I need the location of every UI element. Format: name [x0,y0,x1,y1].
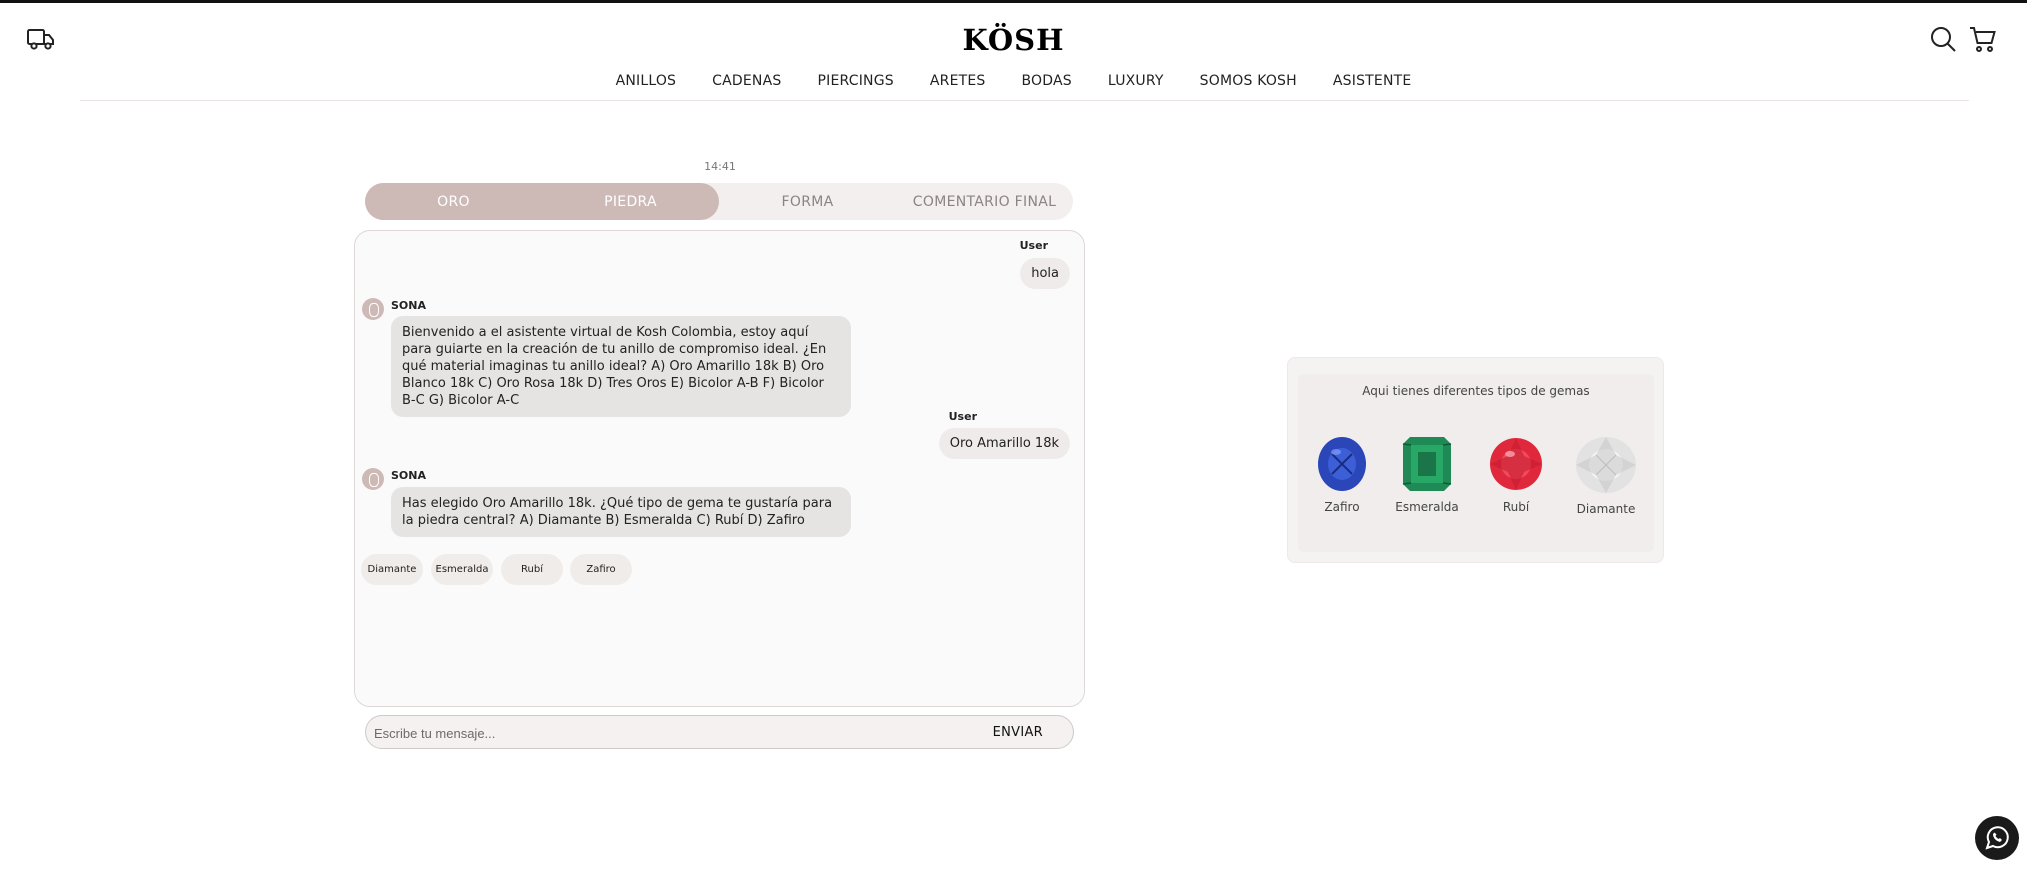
nav-aretes[interactable]: ARETES [930,73,986,89]
brand-logo[interactable]: KÖSH [0,23,2027,57]
gem-esmeralda[interactable]: Esmeralda [1387,436,1467,514]
bot-avatar [362,298,384,320]
gem-label: Esmeralda [1395,500,1459,514]
message-composer: ENVIAR [365,715,1074,749]
diamond-gem-icon [1576,437,1636,493]
quick-reply-zafiro[interactable]: Zafiro [570,554,632,585]
message-sender: SONA [391,299,426,312]
nav-somos-kosh[interactable]: SOMOS KOSH [1200,73,1297,89]
gem-label: Rubí [1502,500,1530,514]
step-forma[interactable]: FORMA [719,183,896,220]
cart-icon[interactable] [1969,25,1997,53]
message-sender: User [1019,239,1048,252]
gem-rubi[interactable]: Rubí [1476,436,1556,514]
user-message: hola [1020,258,1070,289]
gem-label: Diamante [1576,502,1636,516]
nav-piercings[interactable]: PIERCINGS [817,73,893,89]
quick-reply-rubi[interactable]: Rubí [501,554,563,585]
main-nav: ANILLOS CADENAS PIERCINGS ARETES BODAS L… [0,73,2027,89]
message-sender: SONA [391,469,426,482]
nav-cadenas[interactable]: CADENAS [712,73,781,89]
gem-zafiro[interactable]: Zafiro [1302,436,1382,514]
nav-anillos[interactable]: ANILLOS [616,73,677,89]
nav-luxury[interactable]: LUXURY [1108,73,1164,89]
whatsapp-button[interactable] [1975,816,2019,860]
bot-message: Has elegido Oro Amarillo 18k. ¿Qué tipo … [391,487,851,537]
whatsapp-icon [1985,826,2009,850]
ruby-gem-icon [1490,438,1542,490]
sapphire-gem-icon [1318,437,1366,491]
nav-asistente[interactable]: ASISTENTE [1333,73,1412,89]
user-message: Oro Amarillo 18k [938,428,1070,459]
bot-message: Bienvenido a el asistente virtual de Kos… [391,316,851,417]
step-oro[interactable]: ORO [365,183,542,220]
message-sender: User [948,410,977,423]
send-button[interactable]: ENVIAR [993,725,1043,740]
quick-reply-esmeralda[interactable]: Esmeralda [431,554,493,585]
step-comentario-final[interactable]: COMENTARIO FINAL [896,183,1073,220]
chat-timestamp: 14:41 [704,160,736,173]
emerald-gem-icon [1402,437,1452,491]
quick-reply-diamante[interactable]: Diamante [361,554,423,585]
step-piedra[interactable]: PIEDRA [542,183,719,220]
gems-title: Aqui tienes diferentes tipos de gemas [1362,384,1590,398]
message-input[interactable] [374,722,954,744]
gem-diamante[interactable]: Diamante [1566,436,1646,516]
nav-bodas[interactable]: BODAS [1022,73,1072,89]
search-icon[interactable] [1929,25,1957,53]
progress-steps: ORO PIEDRA FORMA COMENTARIO FINAL [365,183,1073,220]
gems-panel: Aqui tienes diferentes tipos de gemas Za… [1287,357,1664,563]
chat-window[interactable]: User hola SONA Bienvenido a el asistente… [354,230,1085,707]
gems-card: Aqui tienes diferentes tipos de gemas Za… [1298,374,1654,552]
gem-label: Zafiro [1324,500,1360,514]
nav-divider [80,100,1969,101]
bot-avatar [362,468,384,490]
